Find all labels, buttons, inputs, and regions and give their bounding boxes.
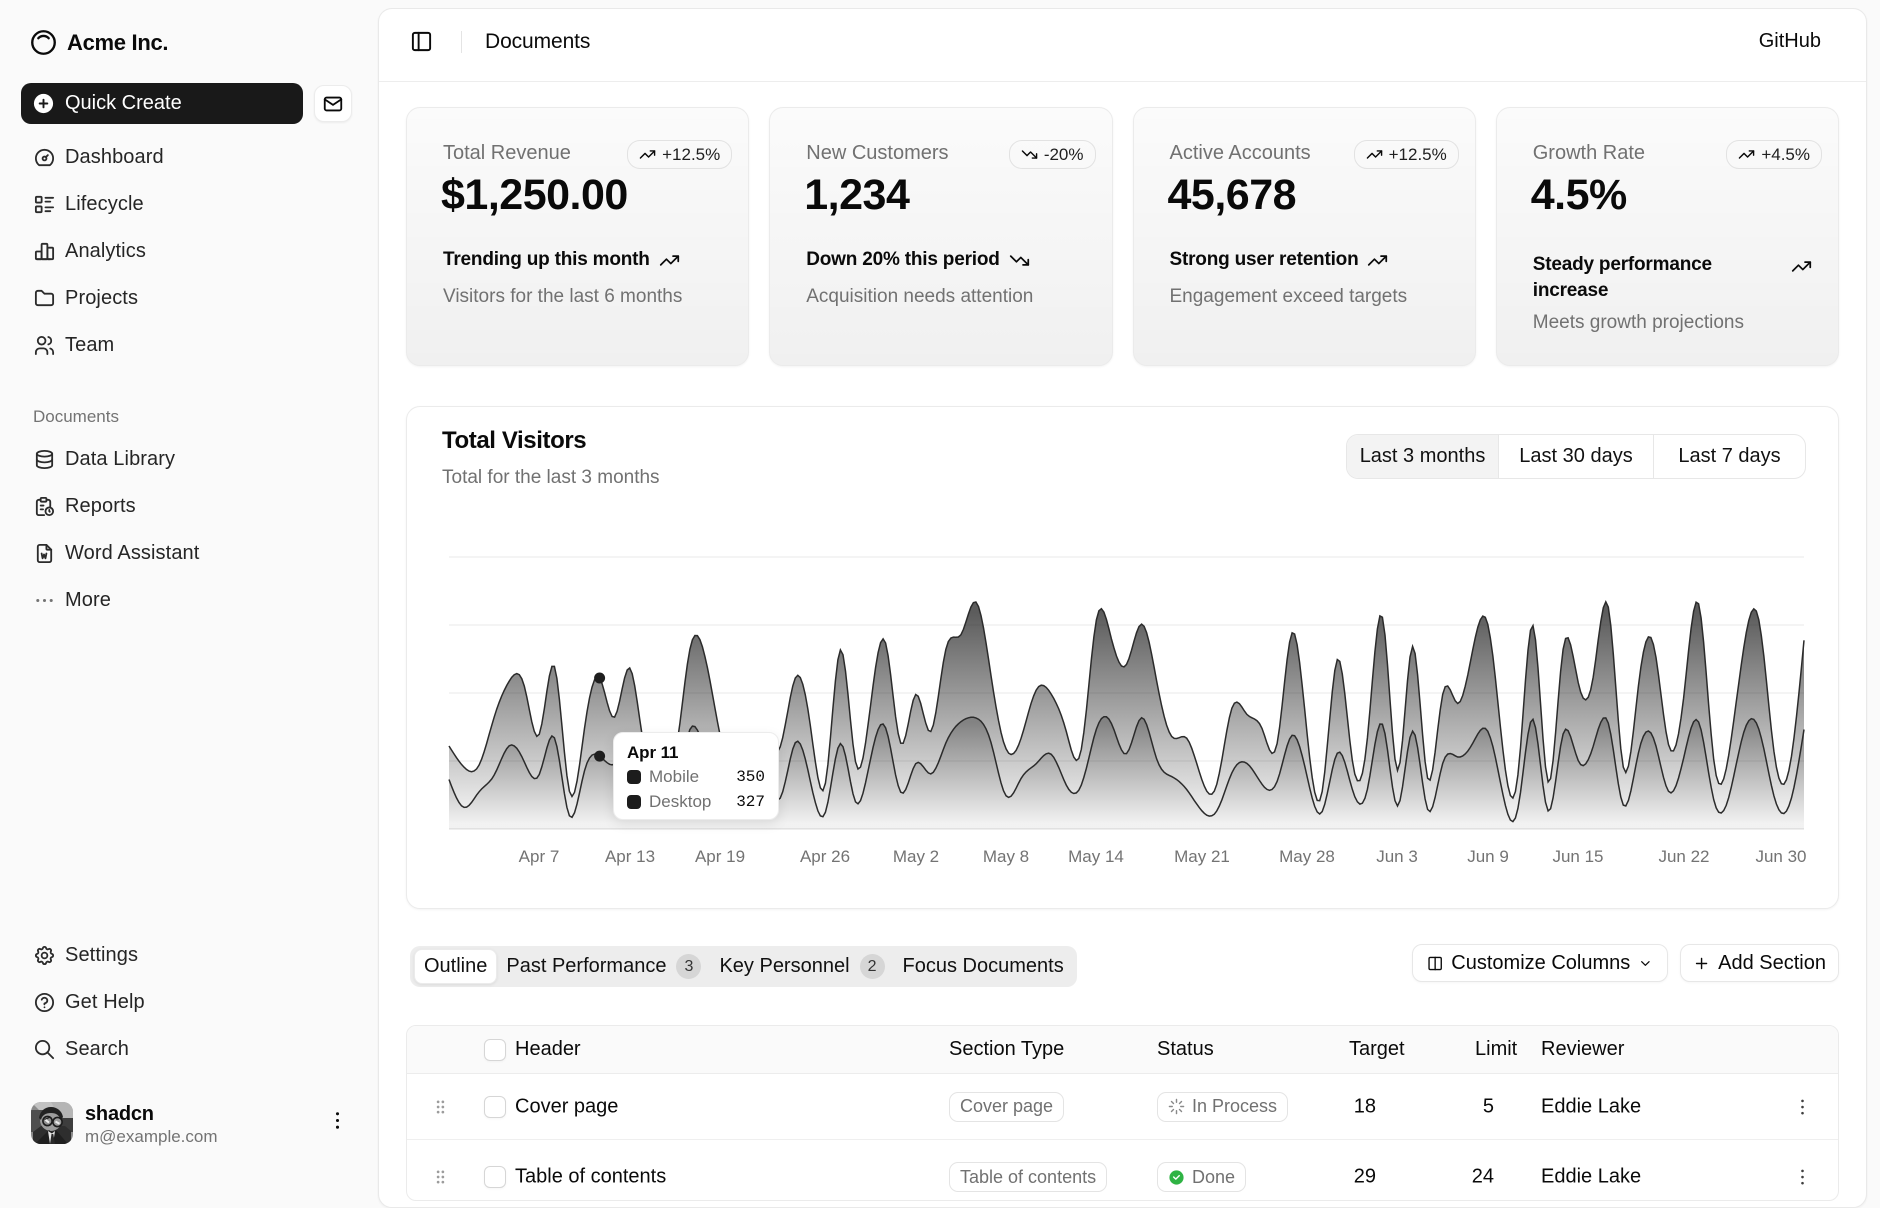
svg-text:Jun 3: Jun 3 [1376, 847, 1418, 866]
svg-text:Jun 9: Jun 9 [1467, 847, 1509, 866]
svg-text:Jun 15: Jun 15 [1552, 847, 1603, 866]
svg-text:May 2: May 2 [893, 847, 939, 866]
svg-text:May 28: May 28 [1279, 847, 1335, 866]
svg-text:Jun 30: Jun 30 [1755, 847, 1806, 866]
svg-text:Apr 26: Apr 26 [800, 847, 850, 866]
svg-text:Apr 19: Apr 19 [695, 847, 745, 866]
svg-text:May 21: May 21 [1174, 847, 1230, 866]
svg-text:May 8: May 8 [983, 847, 1029, 866]
svg-text:Jun 22: Jun 22 [1658, 847, 1709, 866]
svg-text:Apr 13: Apr 13 [605, 847, 655, 866]
svg-text:May 14: May 14 [1068, 847, 1124, 866]
svg-text:Apr 7: Apr 7 [519, 847, 560, 866]
